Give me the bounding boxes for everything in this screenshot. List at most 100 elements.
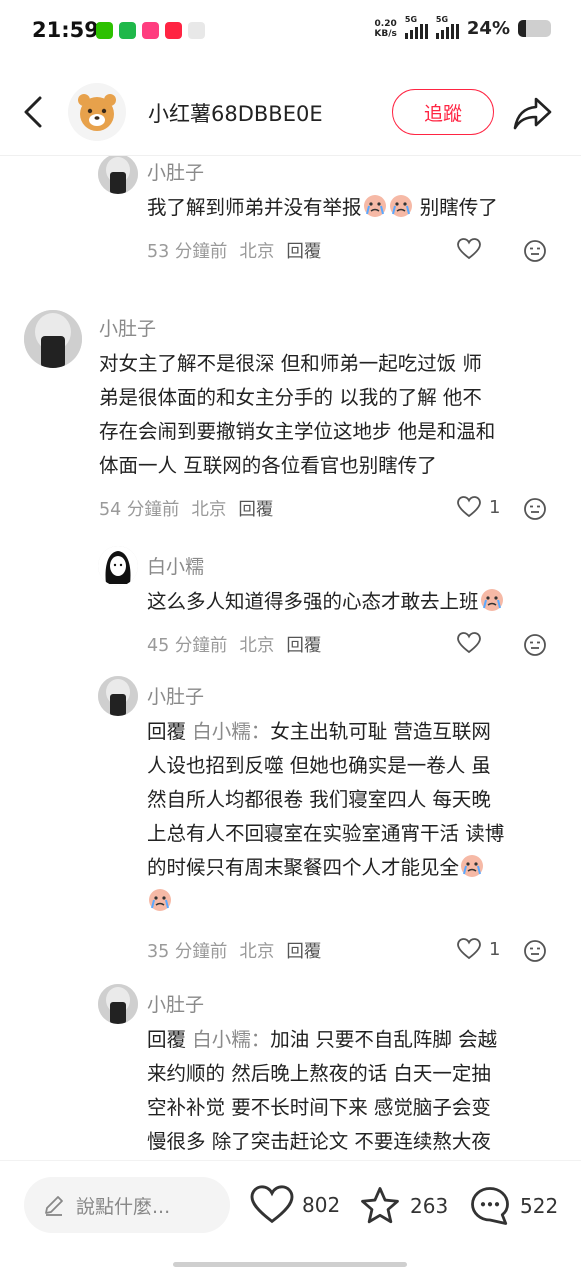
commenter-avatar[interactable] xyxy=(98,156,138,194)
like-count: 1 xyxy=(489,496,501,518)
crying-emoji-icon xyxy=(363,194,387,218)
comment-input-placeholder: 說點什麼... xyxy=(76,1195,171,1218)
profile-header: 小红薯68DBBE0E 追蹤 xyxy=(0,78,581,148)
crying-emoji-icon xyxy=(389,194,413,218)
comment-time: 45 分鐘前 xyxy=(147,636,228,656)
comments-count: 522 xyxy=(520,1194,559,1218)
signal-icon-2: 5G xyxy=(435,15,459,39)
share-arrow-icon xyxy=(513,97,552,130)
home-indicator[interactable] xyxy=(173,1262,407,1267)
comment-text: 我了解到师弟并没有举报 别瞎传了 xyxy=(147,194,498,219)
status-time: 21:59 xyxy=(32,18,99,42)
comment-text: 回覆 白小糯：女主出轨可耻 营造互联网 人设也招到反噬 但她也确实是一卷人 虽 … xyxy=(147,715,567,919)
app-pink-icon xyxy=(142,22,159,39)
comment-location: 北京 xyxy=(191,500,227,520)
comment-time: 35 分鐘前 xyxy=(147,942,228,962)
heart-icon xyxy=(250,1185,294,1224)
heart-icon xyxy=(457,496,481,518)
comment-meta: 35 分鐘前 北京 回覆 xyxy=(147,938,321,963)
battery-percent: 24% xyxy=(466,18,510,39)
comment-username[interactable]: 白小糯 xyxy=(147,552,204,579)
comment-bubble-icon xyxy=(471,1187,509,1225)
comment-time: 54 分鐘前 xyxy=(99,500,180,520)
bear-avatar-icon xyxy=(78,94,116,131)
like-button[interactable]: 1 xyxy=(457,496,500,518)
author-name[interactable]: 小红薯68DBBE0E xyxy=(148,98,323,128)
xiaohongshu-icon xyxy=(165,22,182,39)
follow-button[interactable]: 追蹤 xyxy=(392,89,494,135)
star-icon xyxy=(361,1187,399,1224)
share-button[interactable] xyxy=(512,94,554,132)
commenter-avatar[interactable] xyxy=(24,310,82,368)
comment-username[interactable]: 小肚子 xyxy=(147,158,204,185)
comment-location: 北京 xyxy=(239,242,275,262)
app-gray-icon xyxy=(188,22,205,39)
chevron-left-icon xyxy=(24,96,42,128)
status-notification-icons xyxy=(96,22,205,39)
heart-icon xyxy=(457,632,481,654)
network-speed: 0.20 KB/s xyxy=(374,18,397,39)
collect-button[interactable]: 263 xyxy=(358,1185,448,1227)
reply-button[interactable]: 回覆 xyxy=(286,632,321,657)
status-bar: 21:59 0.20 KB/s 5G 5G 24% xyxy=(0,0,581,66)
pencil-icon xyxy=(45,1196,63,1216)
collects-count: 263 xyxy=(410,1194,449,1218)
comments-button[interactable]: 522 xyxy=(468,1185,558,1227)
bottom-action-bar: 說點什麼... 802 263 522 xyxy=(0,1160,581,1256)
commenter-avatar[interactable] xyxy=(98,546,138,586)
back-button[interactable] xyxy=(18,94,50,130)
avatar-photo-icon xyxy=(98,984,138,1024)
heart-icon xyxy=(457,938,481,960)
comment-text: 回覆 白小糯：加油 只要不自乱阵脚 会越 来约顺的 然后晚上熬夜的话 白天一定抽… xyxy=(147,1028,498,1153)
crying-emoji-icon xyxy=(148,888,172,912)
dislike-face-icon xyxy=(524,240,546,262)
comment-input[interactable]: 說點什麼... xyxy=(24,1177,230,1233)
like-button[interactable] xyxy=(457,632,489,654)
avatar-photo-icon xyxy=(98,676,138,716)
comment-username[interactable]: 小肚子 xyxy=(99,314,156,341)
wechat-icon xyxy=(96,22,113,39)
avatar-photo-icon xyxy=(98,156,138,194)
comment-text: 这么多人知道得多强的心态才敢去上班 xyxy=(147,585,567,619)
crying-emoji-icon xyxy=(480,588,504,612)
dislike-button[interactable] xyxy=(523,239,547,263)
heart-icon xyxy=(457,238,481,260)
app-green-icon xyxy=(119,22,136,39)
commenter-avatar[interactable] xyxy=(98,984,138,1024)
crying-emoji-icon xyxy=(460,854,484,878)
status-right: 0.20 KB/s 5G 5G 24% xyxy=(374,15,551,39)
commenter-avatar[interactable] xyxy=(98,676,138,716)
battery-fill xyxy=(518,20,526,37)
comment-username[interactable]: 小肚子 xyxy=(147,682,204,709)
signal-icon: 5G xyxy=(404,15,428,39)
like-post-button[interactable]: 802 xyxy=(250,1185,340,1225)
comment-feed[interactable]: 小肚子 我了解到师弟并没有举报 别瞎传了 53 分鐘前 北京 回覆 小肚子 对女… xyxy=(0,156,581,1160)
comment-location: 北京 xyxy=(239,636,275,656)
comment-text: 对女主了解不是很深 但和师弟一起吃过饭 师 弟是很体面的和女主分手的 以我的了解… xyxy=(99,352,496,477)
avatar-drawing-icon xyxy=(98,546,138,586)
battery-icon xyxy=(518,20,551,37)
dislike-button[interactable] xyxy=(523,633,547,657)
reply-button[interactable]: 回覆 xyxy=(238,496,273,521)
comment-meta: 45 分鐘前 北京 回覆 xyxy=(147,632,321,657)
comment-username[interactable]: 小肚子 xyxy=(147,990,204,1017)
likes-count: 802 xyxy=(302,1193,341,1217)
like-count: 1 xyxy=(489,938,501,960)
dislike-face-icon xyxy=(524,940,546,962)
reply-button[interactable]: 回覆 xyxy=(286,938,321,963)
comment-location: 北京 xyxy=(239,942,275,962)
dislike-face-icon xyxy=(524,634,546,656)
dislike-face-icon xyxy=(524,498,546,520)
author-avatar[interactable] xyxy=(68,83,126,141)
reply-button[interactable]: 回覆 xyxy=(286,238,321,263)
dislike-button[interactable] xyxy=(523,497,547,521)
reply-target-user[interactable]: 白小糯： xyxy=(192,1028,270,1051)
comment-time: 53 分鐘前 xyxy=(147,242,228,262)
dislike-button[interactable] xyxy=(523,939,547,963)
like-button[interactable] xyxy=(457,238,489,260)
avatar-photo-icon xyxy=(24,310,82,368)
reply-target-user[interactable]: 白小糯： xyxy=(192,720,270,743)
comment-meta: 54 分鐘前 北京 回覆 xyxy=(99,496,273,521)
comment-meta: 53 分鐘前 北京 回覆 xyxy=(147,238,321,263)
like-button[interactable]: 1 xyxy=(457,938,500,960)
